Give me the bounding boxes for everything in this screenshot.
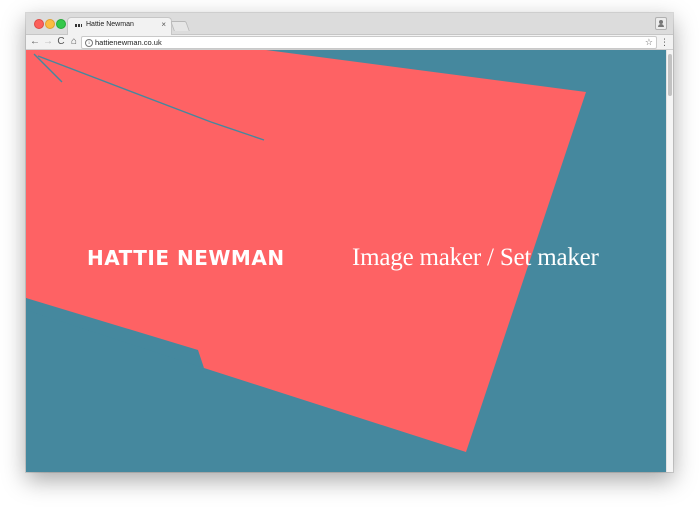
site-info-icon[interactable]: i bbox=[85, 38, 93, 47]
window-close-button[interactable] bbox=[34, 19, 44, 29]
site-brand-title[interactable]: HATTIE NEWMAN bbox=[87, 246, 285, 270]
tab-hattie-newman[interactable]: Hattie Newman × bbox=[67, 17, 172, 35]
page-viewport: HATTIE NEWMAN Image maker / Set maker bbox=[26, 50, 666, 472]
browser-window: Hattie Newman × ← → C ⌂ i hattienewman.c… bbox=[26, 13, 673, 472]
back-icon[interactable]: ← bbox=[29, 35, 41, 49]
reload-icon[interactable]: C bbox=[55, 35, 67, 49]
forward-icon[interactable]: → bbox=[42, 35, 54, 49]
site-tagline: Image maker / Set maker bbox=[352, 244, 599, 271]
favicon-icon bbox=[75, 24, 82, 27]
bookmark-star-icon[interactable]: ☆ bbox=[645, 36, 653, 48]
vertical-scrollbar[interactable] bbox=[666, 50, 673, 472]
tab-title: Hattie Newman bbox=[86, 21, 134, 28]
new-tab-button[interactable] bbox=[170, 21, 190, 31]
scroll-thumb[interactable] bbox=[668, 54, 672, 96]
address-bar[interactable]: i hattienewman.co.uk ☆ bbox=[81, 36, 657, 49]
profile-icon[interactable] bbox=[655, 17, 667, 30]
home-icon[interactable]: ⌂ bbox=[68, 35, 80, 49]
window-minimize-button[interactable] bbox=[45, 19, 55, 29]
browser-toolbar: ← → C ⌂ i hattienewman.co.uk ☆ ⋮ bbox=[26, 35, 673, 50]
url-text[interactable]: hattienewman.co.uk bbox=[95, 37, 162, 48]
browser-menu-icon[interactable]: ⋮ bbox=[660, 35, 669, 49]
title-bar: Hattie Newman × bbox=[26, 13, 673, 35]
tab-close-icon[interactable]: × bbox=[161, 20, 166, 30]
window-maximize-button[interactable] bbox=[56, 19, 66, 29]
